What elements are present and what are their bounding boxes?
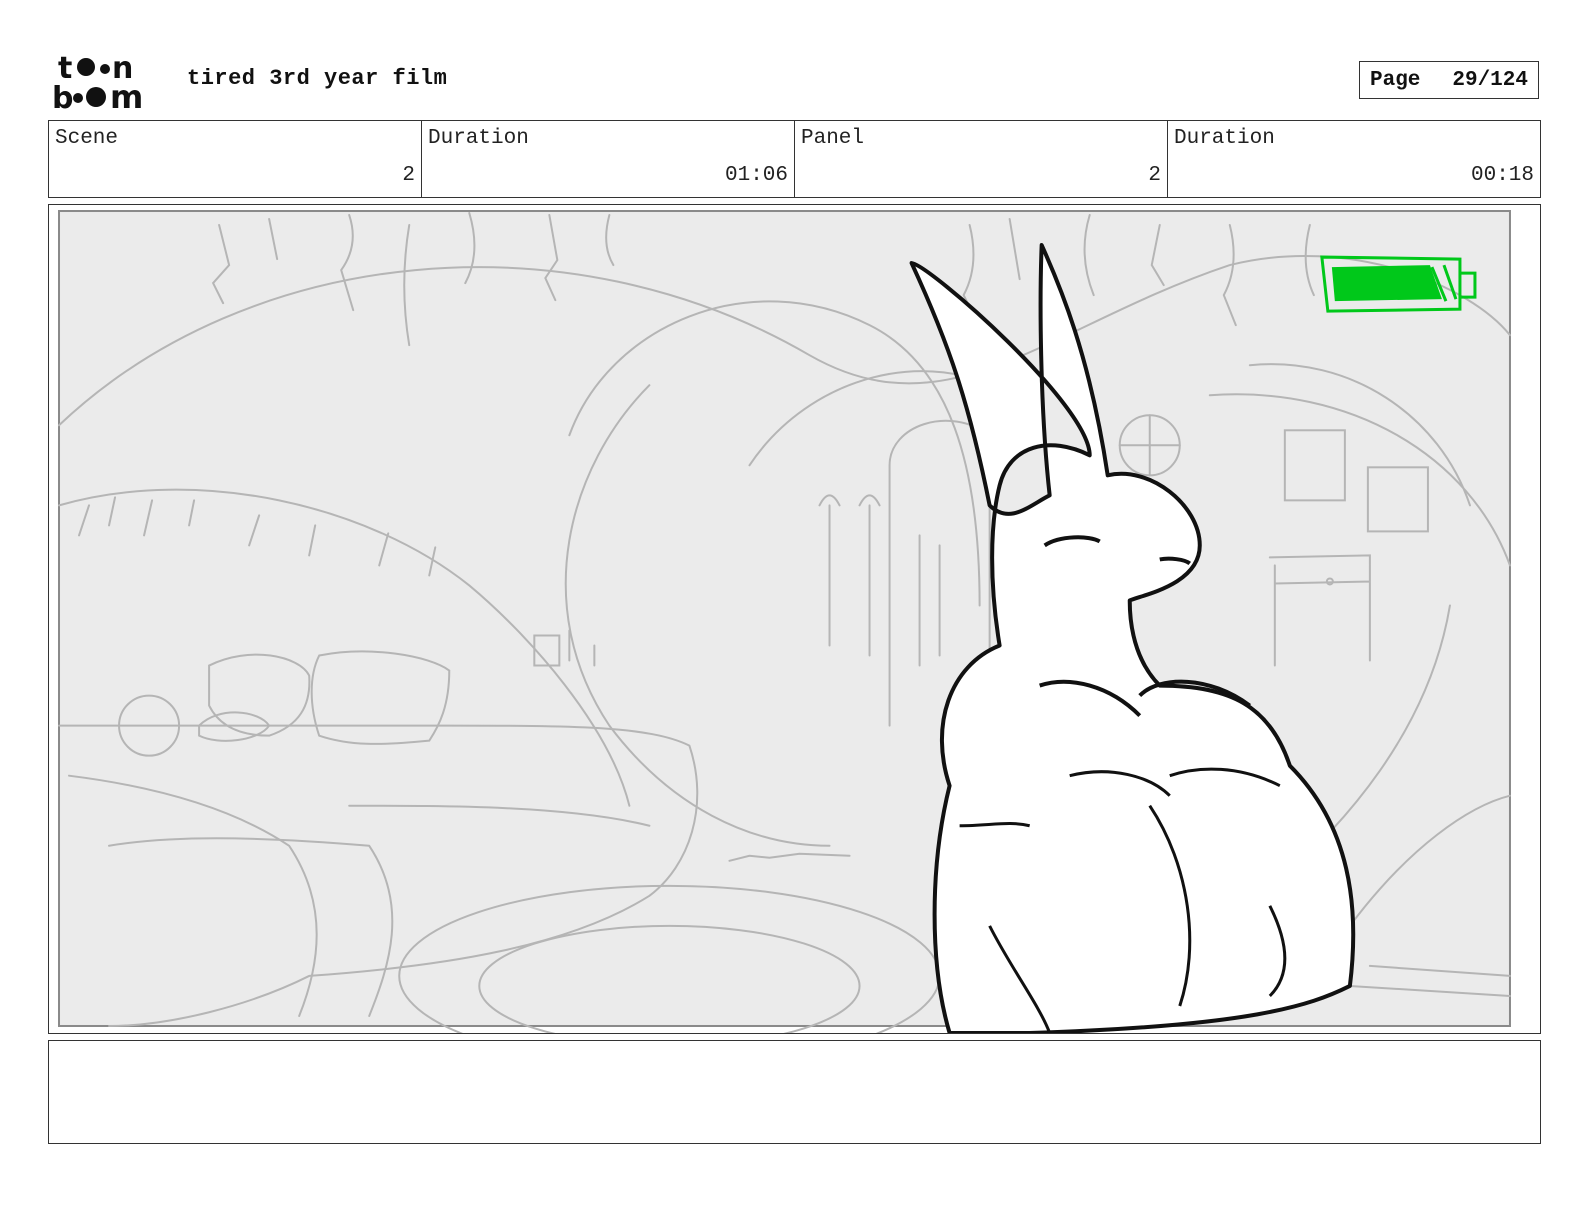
scene-duration-cell: Duration 01:06 [422,121,795,197]
scene-duration-label: Duration [428,127,529,150]
panel-duration-cell: Duration 00:18 [1168,121,1540,197]
page-number: 29/124 [1452,68,1528,92]
scene-cell: Scene 2 [49,121,422,197]
scene-value: 2 [402,164,415,187]
page-label: Page [1370,68,1421,92]
scene-label: Scene [55,127,119,150]
project-title: tired 3rd year film [187,66,448,91]
panel-notes-box [48,1040,1541,1144]
svg-text:b: b [52,81,73,112]
panel-sketch [49,205,1540,1033]
svg-text:m: m [110,78,143,112]
panel-value: 2 [1148,164,1161,187]
panel-duration-label: Duration [1174,127,1275,150]
storyboard-panel [48,204,1541,1034]
panel-cell: Panel 2 [795,121,1168,197]
scene-info-table: Scene 2 Duration 01:06 Panel 2 Duration … [48,120,1541,198]
toon-boom-logo: t n b m [52,51,143,112]
scene-duration-value: 01:06 [724,164,788,187]
page-indicator: Page 29/124 [1359,61,1539,99]
panel-label: Panel [801,127,865,150]
panel-duration-value: 00:18 [1470,164,1534,187]
